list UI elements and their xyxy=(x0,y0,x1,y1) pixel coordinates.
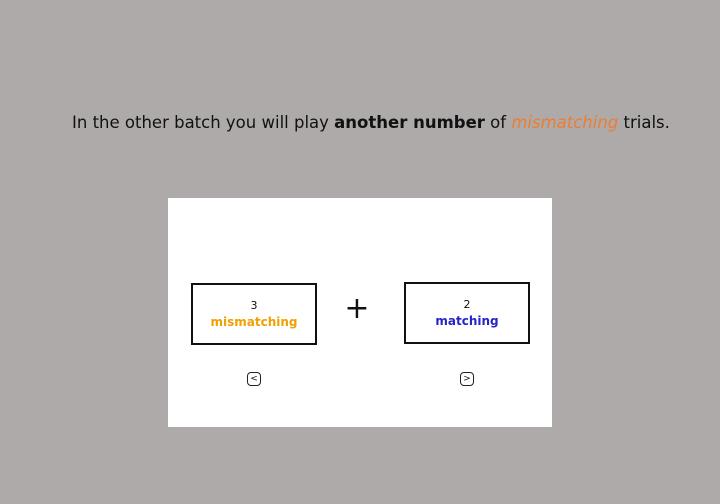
right-key-hint-icon: > xyxy=(460,372,474,386)
instruction-prefix: In the other batch you will play xyxy=(72,113,335,132)
instruction-highlight: mismatching xyxy=(511,113,619,132)
mismatching-count: 3 xyxy=(250,298,258,312)
matching-count: 2 xyxy=(463,297,471,311)
plus-icon: + xyxy=(344,291,370,326)
left-key-hint-icon: < xyxy=(247,372,261,386)
mismatching-label: mismatching xyxy=(210,314,298,329)
mismatching-option-card[interactable]: 3 mismatching xyxy=(191,283,317,345)
matching-option-card[interactable]: 2 matching xyxy=(404,282,530,344)
matching-label: matching xyxy=(435,313,499,328)
choice-panel: 3 mismatching + 2 matching < > xyxy=(168,198,552,427)
instruction-emphasis: another number xyxy=(334,113,485,132)
instruction-suffix: trials. xyxy=(618,113,670,132)
instruction-middle: of xyxy=(484,113,512,132)
instruction-text: In the other batch you will play another… xyxy=(72,113,670,132)
